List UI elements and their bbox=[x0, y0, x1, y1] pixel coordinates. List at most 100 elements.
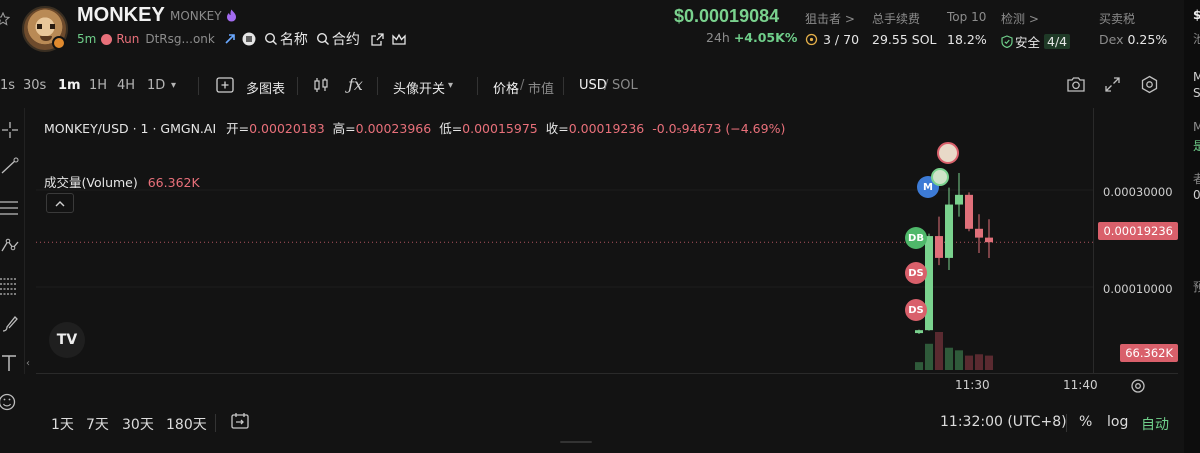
resize-handle[interactable] bbox=[560, 441, 592, 443]
rp-item-7: 0 bbox=[1193, 188, 1200, 202]
volume-bar bbox=[955, 350, 963, 370]
interval-dropdown-icon[interactable]: ▾ bbox=[171, 80, 176, 91]
crosshair-icon[interactable] bbox=[0, 120, 20, 140]
pattern-icon[interactable] bbox=[0, 236, 20, 256]
trade-marker-db[interactable]: DB bbox=[905, 227, 927, 249]
star-icon[interactable] bbox=[0, 12, 10, 26]
volume-bar bbox=[925, 343, 933, 370]
auto-toggle[interactable]: 自动 bbox=[1141, 414, 1169, 434]
bottom-bar: 1天 7天 30天 180天 11:32:00 (UTC+8) % log 自动 bbox=[0, 405, 1200, 439]
x-tick-1140: 11:40 bbox=[1063, 378, 1098, 392]
trader-avatar-icon-2[interactable] bbox=[931, 168, 949, 186]
legend-collapse-button[interactable] bbox=[46, 193, 74, 213]
y-tick-top: 0.00030000 bbox=[1103, 185, 1173, 199]
camera-icon[interactable] bbox=[1066, 76, 1086, 97]
candle-body bbox=[935, 236, 943, 258]
rp-item-5: 是 bbox=[1193, 139, 1200, 153]
range-1d[interactable]: 1天 bbox=[51, 414, 74, 434]
price-chart[interactable] bbox=[36, 108, 1178, 374]
candle-body bbox=[975, 228, 983, 238]
fee-stat: 总手续费 29.55 SOL bbox=[872, 10, 937, 47]
target-icon bbox=[805, 33, 818, 46]
token-name: MONKEY bbox=[77, 4, 165, 26]
interval-1h[interactable]: 1H bbox=[89, 78, 107, 93]
trendline-icon[interactable] bbox=[0, 156, 20, 176]
top10-stat: Top 10 18.2% bbox=[947, 10, 987, 47]
tradingview-logo[interactable]: TV bbox=[49, 322, 85, 358]
date-range-icon[interactable] bbox=[230, 411, 250, 431]
candle-type-icon[interactable] bbox=[313, 77, 329, 97]
search-contract-label[interactable]: 合约 bbox=[332, 29, 360, 49]
drawing-toolbar bbox=[0, 110, 24, 420]
axis-settings-icon[interactable] bbox=[1129, 377, 1147, 395]
crown-icon[interactable] bbox=[391, 32, 407, 47]
rp-item-1: 池 bbox=[1193, 32, 1200, 46]
legend-close-label: 收= bbox=[545, 121, 569, 136]
sniper-stat[interactable]: 狙击者 > 3 / 70 bbox=[805, 10, 859, 47]
text-tool-icon[interactable] bbox=[0, 353, 20, 373]
legend-open-label: 开= bbox=[226, 121, 250, 136]
legend-high-label: 高= bbox=[332, 121, 356, 136]
indicators-icon[interactable]: ƒx bbox=[348, 75, 363, 94]
interval-1d[interactable]: 1D bbox=[147, 78, 165, 93]
interval-30s[interactable]: 30s bbox=[23, 78, 46, 93]
volume-value: 66.362K bbox=[147, 175, 200, 190]
interval-1s[interactable]: 1s bbox=[0, 78, 15, 93]
avatar-toggle-button[interactable]: 头像开关 bbox=[393, 78, 445, 97]
current-price: $0.00019084 bbox=[674, 6, 780, 26]
interval-1m[interactable]: 1m bbox=[58, 78, 81, 93]
fib-icon[interactable] bbox=[0, 276, 20, 296]
percent-toggle[interactable]: % bbox=[1079, 414, 1092, 430]
log-toggle[interactable]: log bbox=[1107, 414, 1128, 430]
range-7d[interactable]: 7天 bbox=[86, 414, 109, 434]
top10-value: 18.2% bbox=[947, 32, 987, 47]
trade-marker-ds-2[interactable]: DS bbox=[905, 299, 927, 321]
chart-toolbar: 1s 30s 1m 1H 4H 1D ▾ 多图表 ƒx 头像开关 ▾ 价格 / … bbox=[0, 68, 1200, 104]
ohlc-legend: MONKEY/USD · 1 · GMGN.AI 开=0.00020183 高=… bbox=[44, 118, 785, 137]
horizontal-lines-icon[interactable] bbox=[0, 198, 20, 218]
runner-icon bbox=[101, 33, 113, 45]
rp-item-6: 者 bbox=[1193, 172, 1200, 186]
rp-item-2: M bbox=[1193, 70, 1200, 84]
token-address[interactable]: DtRsg...onk bbox=[145, 32, 215, 46]
tax-dex: Dex bbox=[1099, 32, 1124, 47]
search-contract-icon[interactable]: 合约 bbox=[316, 29, 360, 49]
mcap-toggle[interactable]: 市值 bbox=[528, 78, 554, 97]
candle-body bbox=[985, 237, 993, 243]
candle-body bbox=[945, 204, 953, 258]
price-toggle[interactable]: 价格 bbox=[493, 78, 519, 97]
sniper-label[interactable]: 狙击者 > bbox=[805, 10, 859, 28]
search-name-label[interactable]: 名称 bbox=[280, 29, 308, 49]
settings-icon[interactable] bbox=[1140, 75, 1159, 98]
trade-marker-ds-1[interactable]: DS bbox=[905, 262, 927, 284]
check-stat[interactable]: 检测 > 安全 4/4 bbox=[1001, 10, 1071, 51]
legend-high-value: 0.00023966 bbox=[355, 121, 432, 136]
multi-chart-button[interactable]: 多图表 bbox=[246, 78, 285, 97]
sol-toggle[interactable]: SOL bbox=[612, 78, 638, 93]
token-tag: Run bbox=[116, 32, 140, 46]
volume-bar bbox=[975, 354, 983, 370]
range-30d[interactable]: 30天 bbox=[122, 414, 154, 434]
candle-body bbox=[965, 194, 973, 229]
range-180d[interactable]: 180天 bbox=[166, 414, 207, 434]
usd-toggle[interactable]: USD bbox=[579, 78, 607, 93]
rp-item-0: $ bbox=[1193, 8, 1200, 22]
collapse-toolbar-icon[interactable]: ‹ bbox=[26, 358, 30, 369]
search-name-icon[interactable]: 名称 bbox=[264, 29, 308, 49]
legend-low-label: 低= bbox=[439, 121, 463, 136]
candle-body bbox=[915, 330, 923, 334]
trader-avatar-icon-1[interactable] bbox=[937, 142, 959, 164]
top10-label: Top 10 bbox=[947, 10, 987, 24]
token-age: 5m bbox=[77, 32, 97, 46]
chain-icon[interactable] bbox=[242, 32, 256, 46]
pump-link-icon[interactable] bbox=[223, 32, 237, 46]
avatar-dropdown-icon[interactable]: ▾ bbox=[448, 80, 453, 91]
fullscreen-icon[interactable] bbox=[1104, 76, 1121, 97]
interval-4h[interactable]: 4H bbox=[117, 78, 135, 93]
legend-close-value: 0.00019236 bbox=[568, 121, 645, 136]
add-chart-icon[interactable] bbox=[216, 77, 234, 97]
check-label[interactable]: 检测 > bbox=[1001, 10, 1070, 28]
current-volume-tag: 66.362K bbox=[1120, 344, 1178, 362]
share-icon[interactable] bbox=[370, 32, 385, 47]
brush-icon[interactable] bbox=[0, 314, 20, 334]
